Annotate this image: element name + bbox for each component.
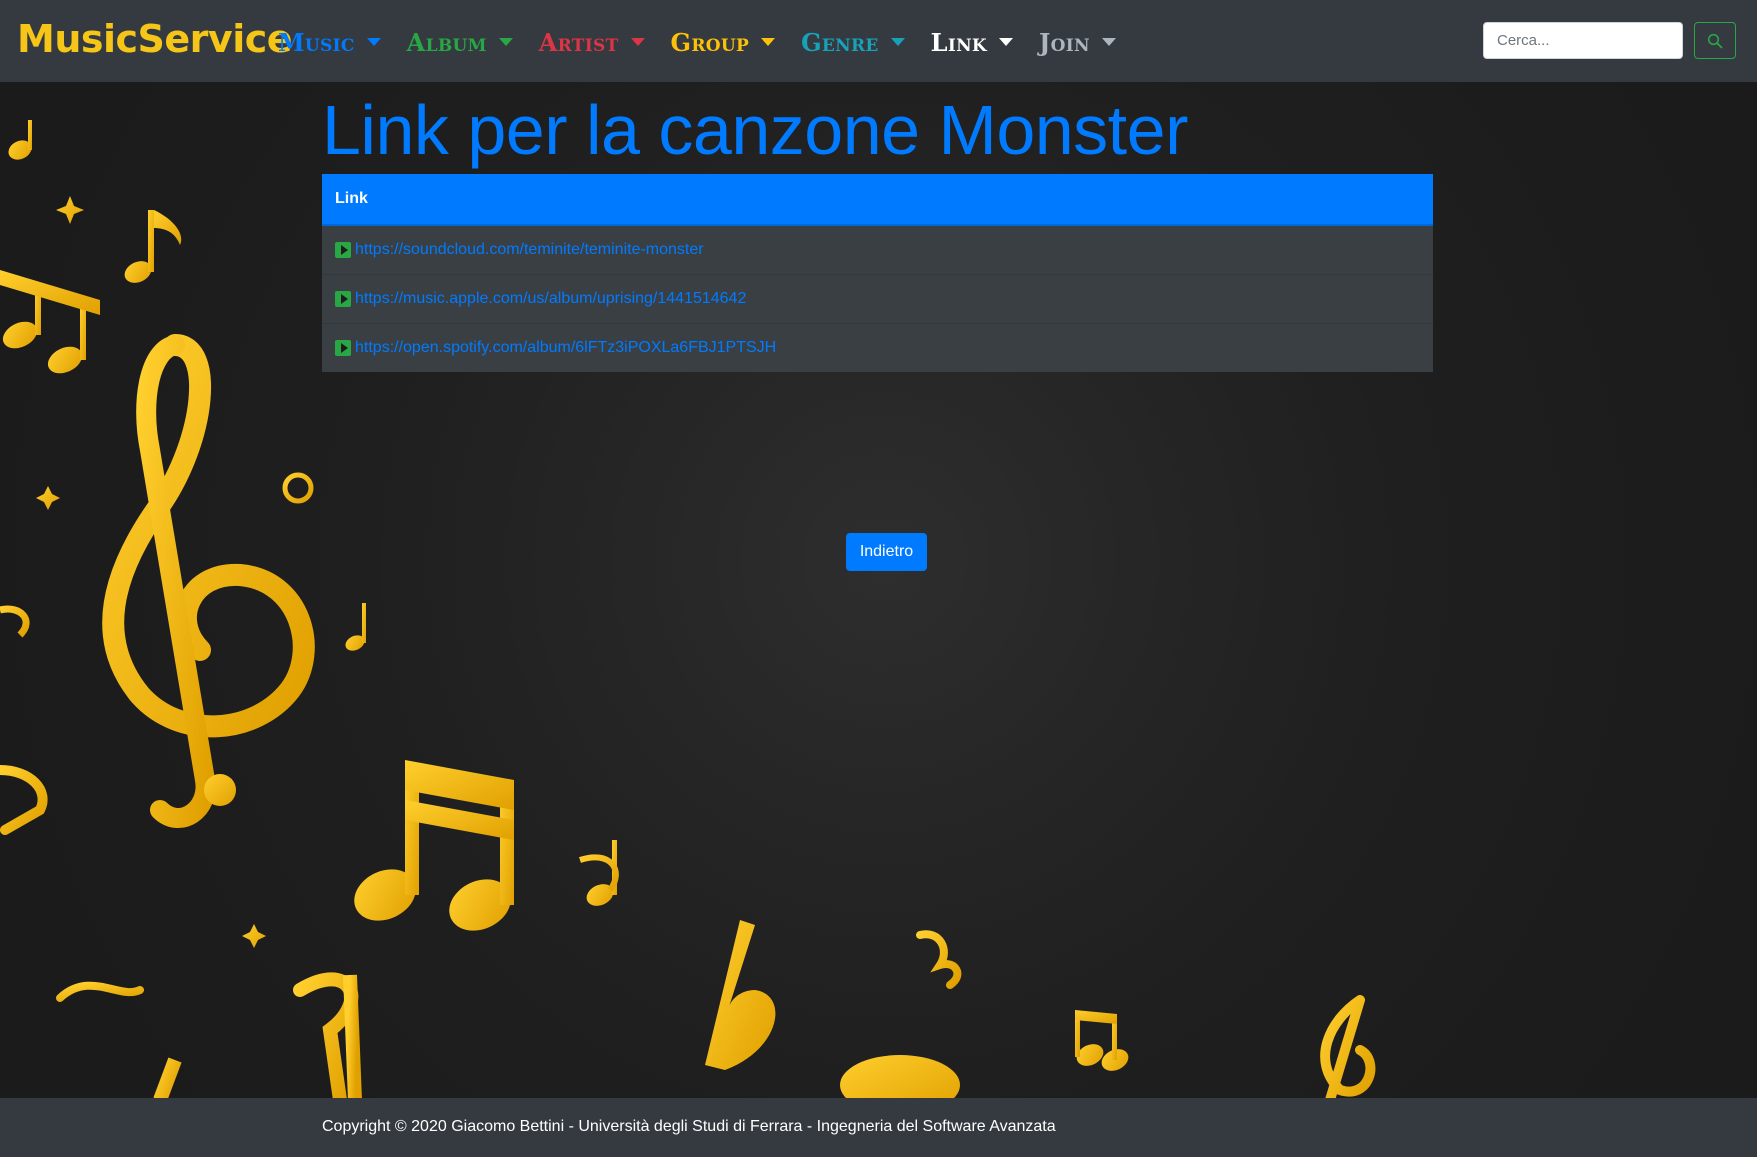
song-link[interactable]: https://soundcloud.com/teminite/teminite… [355, 241, 704, 259]
nav-item-album[interactable]: Album [407, 24, 513, 60]
nav-item-artist[interactable]: Artist [539, 24, 645, 60]
table-row: https://soundcloud.com/teminite/teminite… [322, 224, 1433, 275]
play-icon[interactable] [335, 340, 351, 356]
top-navbar: MusicService Music Album Artist Group Ge… [0, 0, 1757, 82]
page-title: Link per la canzone Monster [322, 91, 1188, 169]
nav-label-group: Group [670, 27, 750, 57]
nav-label-join: Join [1039, 27, 1090, 57]
nav-item-join[interactable]: Join [1039, 24, 1116, 60]
table-cell: https://soundcloud.com/teminite/teminite… [322, 224, 1433, 275]
play-icon[interactable] [335, 291, 351, 307]
back-button[interactable]: Indietro [846, 533, 927, 571]
nav-item-genre[interactable]: Genre [801, 24, 905, 60]
nav-label-artist: Artist [538, 27, 619, 57]
nav-item-music[interactable]: Music [278, 24, 381, 60]
nav-label-music: Music [278, 27, 355, 57]
table-row: https://open.spotify.com/album/6lFTz3iPO… [322, 323, 1433, 372]
nav-label-album: Album [406, 27, 487, 57]
nav-item-group[interactable]: Group [671, 24, 776, 60]
search-button[interactable] [1694, 22, 1736, 59]
play-icon[interactable] [335, 242, 351, 258]
chevron-down-icon [1101, 38, 1116, 46]
table-cell: https://music.apple.com/us/album/uprisin… [322, 274, 1433, 324]
song-link[interactable]: https://music.apple.com/us/album/uprisin… [355, 290, 746, 308]
search-icon [1707, 33, 1723, 48]
link-cell: https://open.spotify.com/album/6lFTz3iPO… [335, 339, 1420, 357]
links-table: Link https://soundcloud.com/teminite/tem… [322, 174, 1433, 372]
chevron-down-icon [498, 38, 513, 46]
chevron-down-icon [999, 38, 1013, 46]
brand-logo[interactable]: MusicService [17, 14, 293, 64]
link-cell: https://music.apple.com/us/album/uprisin… [335, 290, 1420, 308]
table-header-row: Link [322, 174, 1433, 226]
table-row: https://music.apple.com/us/album/uprisin… [322, 274, 1433, 324]
song-link[interactable]: https://open.spotify.com/album/6lFTz3iPO… [355, 339, 776, 357]
copyright-text: Copyright © 2020 Giacomo Bettini - Unive… [322, 1118, 1056, 1135]
table-header-link: Link [322, 174, 1433, 226]
chevron-down-icon [890, 38, 905, 46]
nav-item-link[interactable]: Link [931, 24, 1013, 60]
chevron-down-icon [366, 38, 381, 46]
table-cell: https://open.spotify.com/album/6lFTz3iPO… [322, 323, 1433, 372]
page-footer: Copyright © 2020 Giacomo Bettini - Unive… [0, 1098, 1757, 1157]
nav-label-link: Link [930, 27, 987, 57]
main-nav-menu: Music Album Artist Group Genre Link Join [278, 24, 1142, 60]
nav-label-genre: Genre [801, 27, 879, 57]
search-input[interactable] [1483, 22, 1683, 59]
chevron-down-icon [761, 38, 776, 46]
chevron-down-icon [630, 38, 645, 46]
link-cell: https://soundcloud.com/teminite/teminite… [335, 241, 1420, 259]
